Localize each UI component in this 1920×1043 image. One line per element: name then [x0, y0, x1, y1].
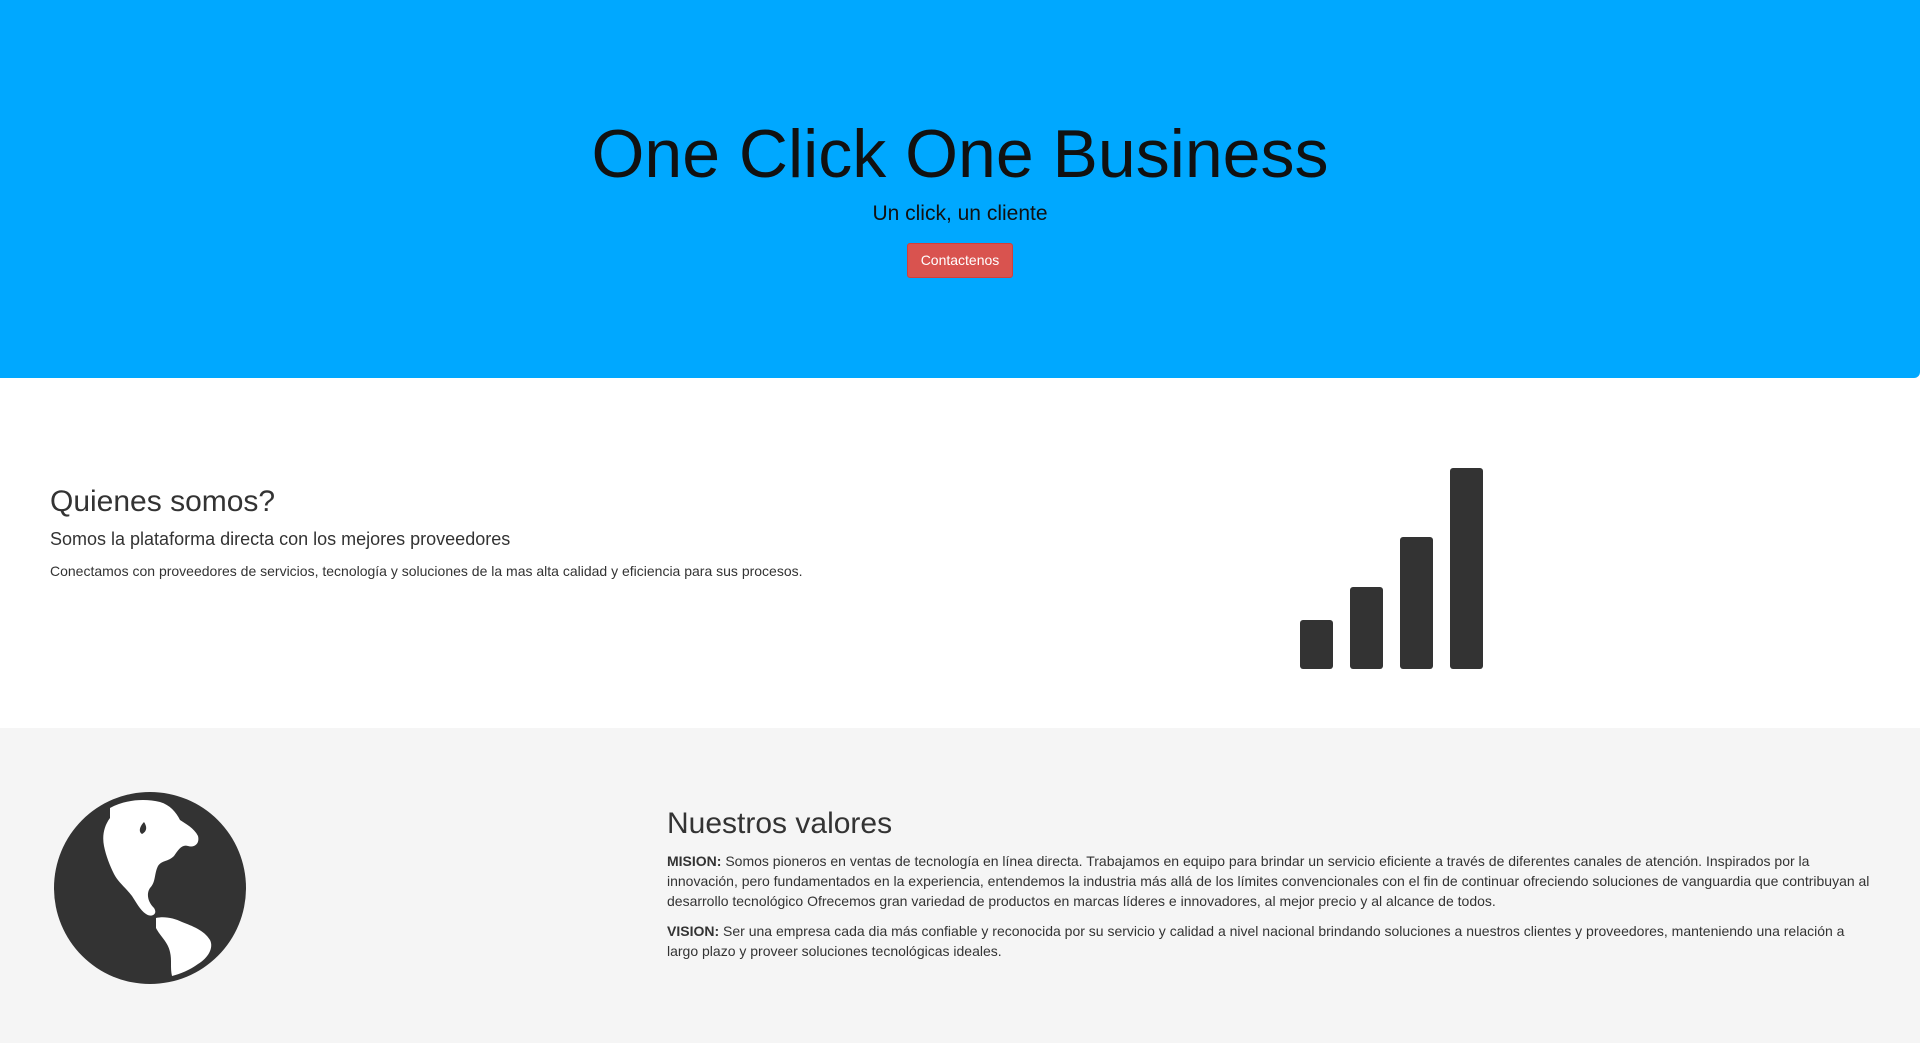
contact-button[interactable]: Contactenos — [907, 243, 1013, 278]
about-section: Quienes somos? Somos la plataforma direc… — [0, 378, 1920, 728]
signal-bars-icon — [1300, 468, 1483, 669]
mision-label: MISION: — [667, 853, 722, 869]
globe-icon — [54, 792, 246, 984]
about-heading: Quienes somos? — [50, 485, 276, 518]
values-heading: Nuestros valores — [667, 807, 893, 840]
vision-text: Ser una empresa cada dia más confiable y… — [667, 923, 1845, 959]
about-text: Conectamos con proveedores de servicios,… — [50, 563, 803, 579]
about-subheading: Somos la plataforma directa con los mejo… — [50, 529, 511, 549]
hero-subtitle: Un click, un cliente — [872, 202, 1048, 225]
vision-paragraph: VISION: Ser una empresa cada dia más con… — [667, 921, 1877, 961]
vision-label: VISION: — [667, 923, 720, 939]
values-section: Nuestros valores MISION: Somos pioneros … — [0, 728, 1920, 1043]
mision-paragraph: MISION: Somos pioneros en ventas de tecn… — [667, 851, 1877, 911]
hero-section: One Click One Business Un click, un clie… — [0, 0, 1920, 378]
hero-title: One Click One Business — [591, 116, 1329, 192]
mision-text: Somos pioneros en ventas de tecnología e… — [667, 853, 1870, 909]
